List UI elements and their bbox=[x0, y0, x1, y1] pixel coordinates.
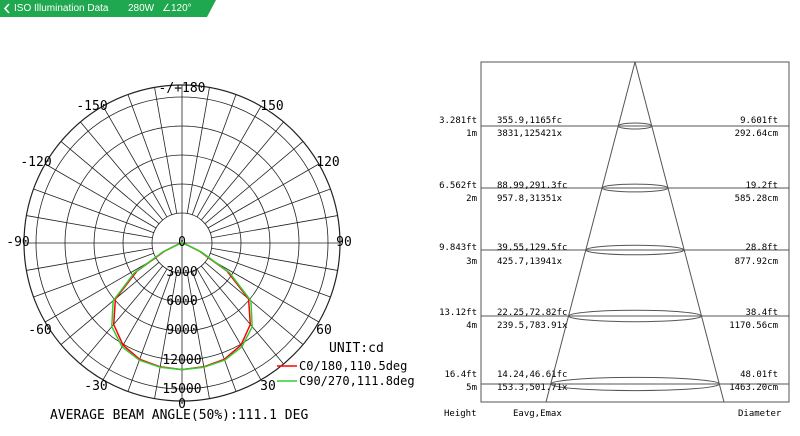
row-diameter-cm: 1170.56cm bbox=[729, 321, 778, 331]
row-diameter-cm: 585.28cm bbox=[735, 194, 778, 204]
row-diameter-cm: 292.64cm bbox=[735, 129, 778, 139]
cone-right-edge bbox=[634, 61, 725, 403]
row-diameter-ft: 28.8ft bbox=[745, 243, 778, 253]
row-diameter-cm: 877.92cm bbox=[735, 257, 778, 267]
row-illuminance-fc: 39.55,129.5fc bbox=[497, 243, 567, 253]
row-height-ft: 16.4ft bbox=[444, 370, 477, 380]
row-diameter-cm: 1463.20cm bbox=[729, 383, 778, 393]
row-illuminance-fc: 22.25,72.82fc bbox=[497, 308, 567, 318]
column-header-diameter: Diameter bbox=[738, 409, 782, 419]
row-height-m: 5m bbox=[466, 383, 477, 393]
row-diameter-ft: 19.2ft bbox=[745, 181, 778, 191]
row-diameter-ft: 38.4ft bbox=[745, 308, 778, 318]
row-illuminance-lx: 239.5,783.91x bbox=[497, 321, 568, 331]
row-diameter-ft: 9.601ft bbox=[740, 116, 778, 126]
row-diameter-ft: 48.01ft bbox=[740, 370, 778, 380]
row-height-ft: 3.281ft bbox=[439, 116, 477, 126]
row-height-m: 4m bbox=[466, 321, 477, 331]
cone-left-edge bbox=[545, 61, 636, 403]
row-height-ft: 6.562ft bbox=[439, 181, 477, 191]
row-illuminance-lx: 3831,125421x bbox=[497, 129, 563, 139]
row-height-m: 2m bbox=[466, 194, 477, 204]
illumination-cone-table: 3.281ft 1m 355.9,1165fc 3831,125421x 9.601ft… bbox=[439, 61, 790, 419]
row-illuminance-fc: 355.9,1165fc bbox=[497, 116, 562, 126]
row-height-m: 1m bbox=[466, 129, 477, 139]
row-height-ft: 9.843ft bbox=[439, 243, 477, 253]
row-height-m: 3m bbox=[466, 257, 477, 267]
cone-rows: 3.281ft 1m 355.9,1165fc 3831,125421x 9.601ft… bbox=[439, 116, 789, 393]
row-illuminance-lx: 957.8,31351x bbox=[497, 194, 563, 204]
cone-frame bbox=[480, 61, 790, 403]
column-header-eavg: Eavg,Emax bbox=[513, 409, 562, 419]
row-height-ft: 13.12ft bbox=[439, 308, 477, 318]
row-illuminance-lx: 153.3,501.71x bbox=[497, 383, 568, 393]
row-illuminance-fc: 14.24,46.61fc bbox=[497, 370, 567, 380]
column-header-height: Height bbox=[444, 409, 477, 419]
row-illuminance-fc: 88.99,291.3fc bbox=[497, 181, 567, 191]
row-illuminance-lx: 425.7,13941x bbox=[497, 257, 563, 267]
